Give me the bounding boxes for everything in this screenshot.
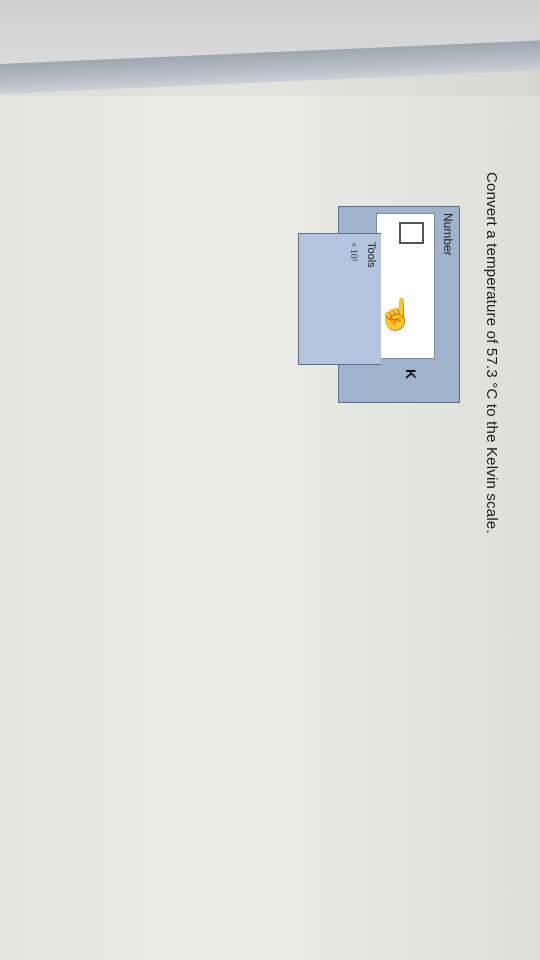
- hand-pointer-icon: ☝: [377, 298, 415, 332]
- answer-panel: Number K Tools × 10² ☝: [298, 206, 460, 403]
- answer-input-area[interactable]: [376, 213, 435, 359]
- tools-panel[interactable]: Tools × 10²: [298, 233, 381, 365]
- screen: Convert a temperature of 57.3 °C to the …: [0, 0, 540, 960]
- question-content: Convert a temperature of 57.3 °C to the …: [260, 172, 500, 692]
- question-text: Convert a temperature of 57.3 °C to the …: [483, 172, 500, 534]
- number-label: Number: [441, 213, 455, 256]
- answer-input[interactable]: [399, 222, 424, 244]
- scientific-notation-button[interactable]: × 10²: [349, 242, 359, 261]
- unit-label: K: [403, 369, 419, 380]
- tools-label: Tools: [365, 242, 377, 268]
